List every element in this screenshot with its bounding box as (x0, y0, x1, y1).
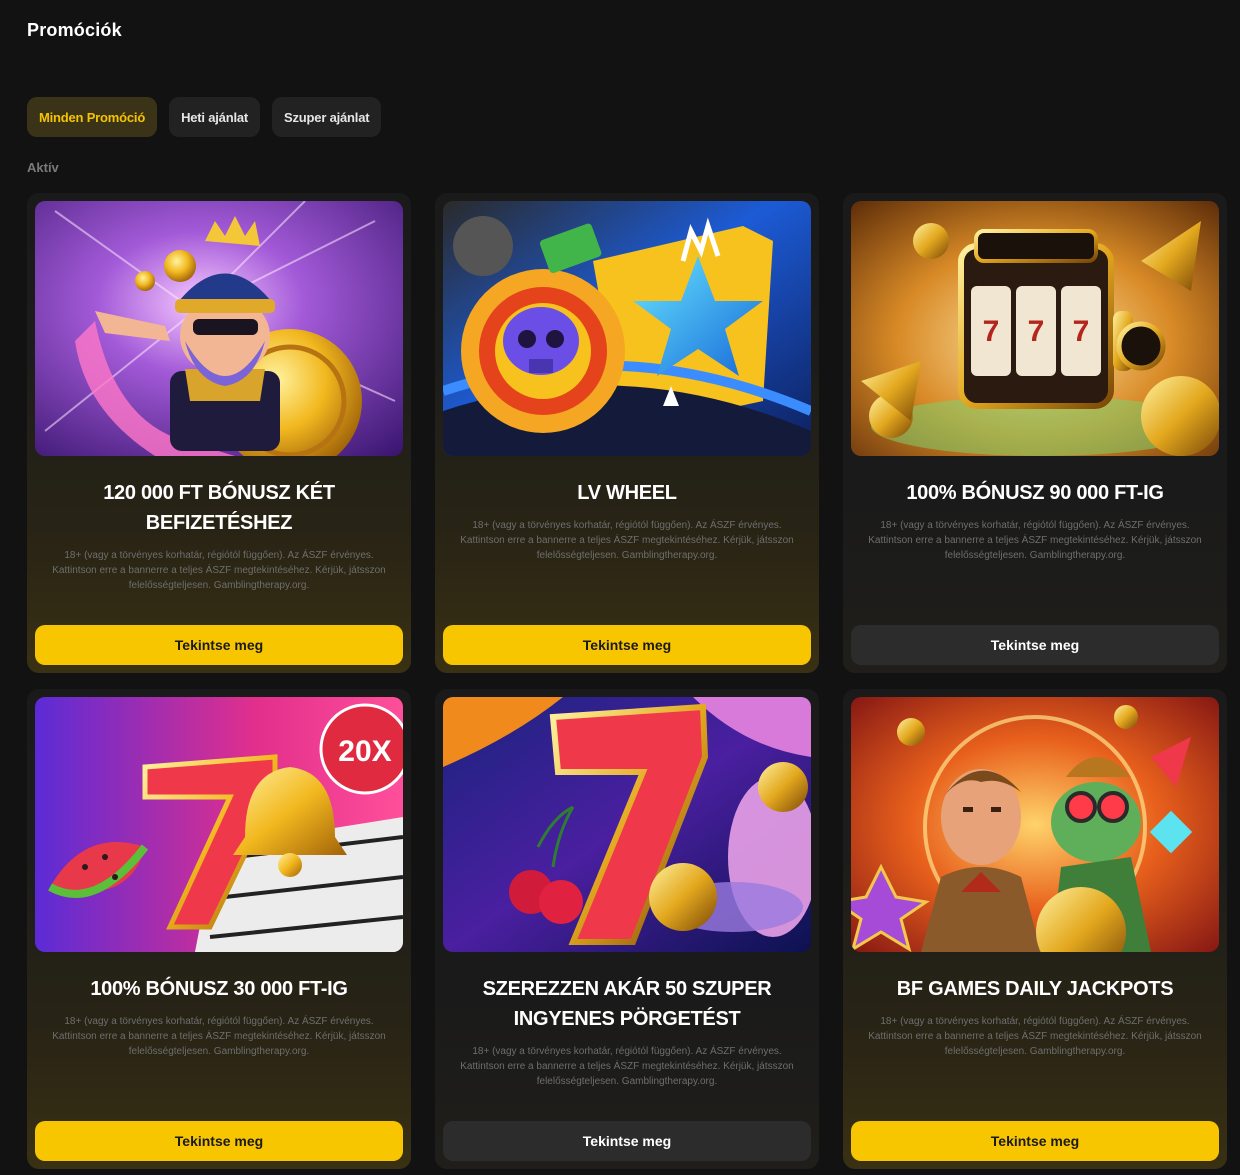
tab-all-promotions[interactable]: Minden Promóció (27, 97, 158, 137)
view-promo-button[interactable]: Tekintse meg (851, 625, 1219, 665)
promo-card[interactable]: 7 7 7 100% BÓNUSZ 90 000 FT-IG 18+ (vagy… (843, 193, 1227, 673)
tab-super-offer[interactable]: Szuper ajánlat (272, 97, 382, 137)
promo-title: SZEREZZEN AKÁR 50 SZUPER INGYENES PÖRGET… (482, 978, 772, 1030)
section-label-active: Aktív (27, 160, 59, 175)
promo-disclaimer: 18+ (vagy a törvényes korhatár, régiótól… (460, 520, 794, 561)
promo-card[interactable]: BF GAMES DAILY JACKPOTS 18+ (vagy a törv… (843, 689, 1227, 1169)
promo-grid: 120 000 Ft BÓNUSZ KÉT BEFIZETÉSHEZ 18+ (… (27, 193, 1227, 1169)
promo-banner-image[interactable] (35, 201, 403, 456)
page-title: Promóciók (27, 20, 122, 40)
promo-card[interactable]: 20X 100% BÓNUSZ 30 000 Ft-IG 18+ (vagy a… (27, 689, 411, 1169)
view-promo-button[interactable]: Tekintse meg (443, 1121, 811, 1161)
promo-card[interactable]: 120 000 Ft BÓNUSZ KÉT BEFIZETÉSHEZ 18+ (… (27, 193, 411, 673)
promo-card[interactable]: SZEREZZEN AKÁR 50 SZUPER INGYENES PÖRGET… (435, 689, 819, 1169)
promo-title: 100% BÓNUSZ 30 000 Ft-IG (90, 978, 348, 1000)
promo-title: LV WHEEL (577, 482, 677, 504)
promo-banner-image[interactable] (443, 697, 811, 952)
promo-title: 100% BÓNUSZ 90 000 FT-IG (906, 482, 1164, 504)
view-promo-button[interactable]: Tekintse meg (851, 1121, 1219, 1161)
view-promo-button[interactable]: Tekintse meg (443, 625, 811, 665)
svg-text:7: 7 (1073, 315, 1090, 348)
promo-banner-image[interactable]: 20X (35, 697, 403, 952)
promo-banner-image[interactable]: 7 7 7 (851, 201, 1219, 456)
promo-filter-tabs: Minden Promóció Heti ajánlat Szuper aján… (27, 97, 382, 137)
promo-title: 120 000 Ft BÓNUSZ KÉT BEFIZETÉSHEZ (103, 482, 335, 534)
view-promo-button[interactable]: Tekintse meg (35, 1121, 403, 1161)
promo-disclaimer: 18+ (vagy a törvényes korhatár, régiótól… (460, 1046, 794, 1087)
promo-disclaimer: 18+ (vagy a törvényes korhatár, régiótól… (868, 1016, 1202, 1057)
promo-card[interactable]: LV WHEEL 18+ (vagy a törvényes korhatár,… (435, 193, 819, 673)
promo-disclaimer: 18+ (vagy a törvényes korhatár, régiótól… (52, 1016, 386, 1057)
promo-banner-image[interactable] (851, 697, 1219, 952)
promo-title: BF GAMES DAILY JACKPOTS (896, 978, 1174, 1000)
svg-text:7: 7 (1028, 315, 1045, 348)
promo-disclaimer: 18+ (vagy a törvényes korhatár, régiótól… (52, 550, 386, 591)
svg-text:7: 7 (983, 315, 1000, 348)
view-promo-button[interactable]: Tekintse meg (35, 625, 403, 665)
multiplier-badge: 20X (338, 735, 391, 768)
promo-banner-image[interactable] (443, 201, 811, 456)
tab-weekly-offer[interactable]: Heti ajánlat (169, 97, 261, 137)
promo-disclaimer: 18+ (vagy a törvényes korhatár, régiótól… (868, 520, 1202, 561)
